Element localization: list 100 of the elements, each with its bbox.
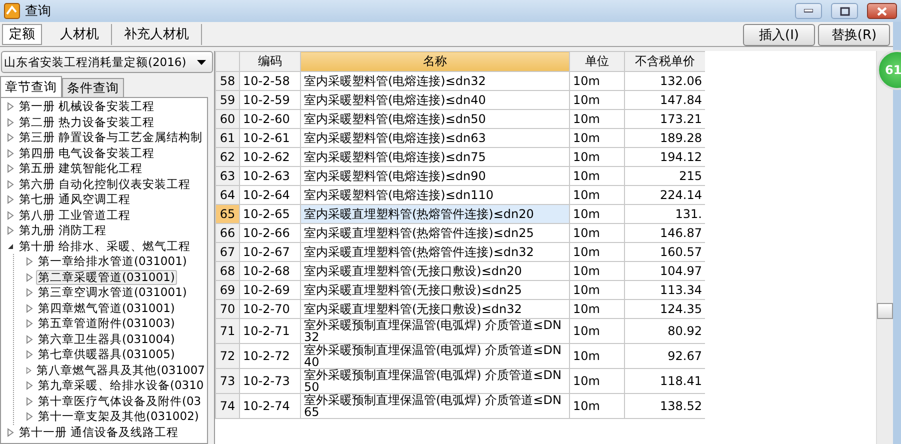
- table-cell: 室内采暖直埋塑料管(无接口敷设)≤dn32: [300, 300, 570, 318]
- table-cell: 室内采暖直埋塑料管(热熔管件连接)≤dn20: [300, 204, 570, 224]
- minimize-button[interactable]: [795, 3, 822, 19]
- tree-item[interactable]: 第四册 电气设备安装工程: [17, 146, 157, 161]
- table-cell: 室外采暖预制直埋保温管(电弧焊) 介质管道≤DN65: [300, 394, 570, 418]
- tree-item[interactable]: 第一章给排水管道(031001): [36, 254, 189, 270]
- table-cell: 10m: [570, 280, 624, 300]
- row-number[interactable]: 73: [216, 368, 240, 394]
- close-button[interactable]: [867, 3, 897, 19]
- table-cell: 10-2-71: [240, 318, 300, 344]
- action-button[interactable]: 替换(R): [818, 24, 890, 46]
- expand-triangle-icon[interactable]: [7, 148, 14, 158]
- expand-triangle-icon[interactable]: [7, 180, 14, 189]
- row-number[interactable]: 58: [216, 72, 240, 90]
- expand-triangle-icon[interactable]: [7, 210, 14, 220]
- tree-item[interactable]: 第九册 消防工程: [17, 223, 109, 238]
- table-cell: 10m: [570, 300, 624, 318]
- tab[interactable]: 条件查询: [62, 78, 124, 97]
- caret-icon: [197, 60, 206, 64]
- tree-item[interactable]: 第七章供暖器具(031005): [36, 347, 177, 362]
- expand-triangle-icon[interactable]: [26, 319, 33, 328]
- row-number[interactable]: 68: [216, 262, 240, 280]
- row-number[interactable]: 72: [216, 344, 240, 368]
- maximize-button[interactable]: [831, 3, 858, 19]
- table-cell: 10-2-61: [240, 128, 300, 148]
- table-cell: 10-2-63: [240, 166, 300, 186]
- tree-item[interactable]: 第三章空调水管道(031001): [36, 285, 189, 300]
- expand-triangle-icon[interactable]: [26, 304, 33, 313]
- window-title: 查询: [25, 3, 51, 20]
- tree-item[interactable]: 第十册 给排水、采暖、燃气工程: [17, 238, 193, 254]
- table-cell: 室内采暖塑料管(电熔连接)≤dn32: [300, 72, 570, 90]
- table-cell: 10-2-67: [240, 242, 300, 262]
- table-cell: 10-2-69: [240, 280, 300, 300]
- tree-item[interactable]: 第六章卫生器具(031004): [36, 332, 177, 347]
- row-number[interactable]: 69: [216, 280, 240, 300]
- row-number[interactable]: 64: [216, 186, 240, 204]
- tree-item[interactable]: 第七册 通风空调工程: [17, 192, 133, 208]
- expand-triangle-icon[interactable]: [26, 334, 33, 344]
- tree-item[interactable]: 第五章管道附件(031003): [36, 316, 177, 332]
- row-number[interactable]: 65: [216, 204, 240, 224]
- expand-triangle-icon[interactable]: [7, 226, 14, 236]
- row-number[interactable]: 74: [216, 394, 240, 418]
- row-number[interactable]: 61: [216, 128, 240, 148]
- row-number[interactable]: 59: [216, 90, 240, 110]
- table-cell: 10-2-59: [240, 90, 300, 110]
- expand-triangle-icon[interactable]: [26, 412, 33, 422]
- tree-item[interactable]: 第八册 工业管道工程: [17, 208, 133, 223]
- tree-item[interactable]: 第十一册 通信设备及线路工程: [17, 424, 181, 440]
- tree-item[interactable]: 第三册 静置设备与工艺金属结构制: [17, 130, 205, 146]
- tab[interactable]: 人材机: [48, 24, 112, 44]
- row-number[interactable]: 63: [216, 166, 240, 186]
- table-cell: 10-2-70: [240, 300, 300, 318]
- close-icon: [877, 6, 887, 16]
- expand-triangle-icon[interactable]: [7, 164, 14, 174]
- table-cell: 10m: [570, 204, 624, 224]
- expand-triangle-icon[interactable]: [26, 288, 33, 298]
- expand-triangle-icon[interactable]: [26, 257, 33, 266]
- table-cell: 10m: [570, 262, 624, 280]
- table-cell: 室内采暖塑料管(电熔连接)≤dn63: [300, 128, 570, 148]
- tab[interactable]: 补充人材机: [112, 24, 202, 44]
- table-cell: 室外采暖预制直埋保温管(电弧焊) 介质管道≤DN40: [300, 344, 570, 368]
- tree-item[interactable]: 第六册 自动化控制仪表安装工程: [17, 176, 193, 192]
- expand-triangle-icon[interactable]: [7, 133, 14, 142]
- row-number[interactable]: 70: [216, 300, 240, 318]
- tab[interactable]: 章节查询: [0, 76, 62, 97]
- row-number[interactable]: 66: [216, 224, 240, 242]
- row-number[interactable]: 60: [216, 110, 240, 128]
- library-dropdown[interactable]: 山东省安装工程消耗量定额(2016): [1, 51, 213, 73]
- expand-triangle-icon[interactable]: [7, 102, 14, 112]
- tree-item[interactable]: 第十一章支架及其他(031002): [36, 409, 201, 424]
- expand-triangle-icon[interactable]: [26, 350, 33, 360]
- column-header[interactable]: 不含税单价: [624, 52, 705, 72]
- table-cell: 10m: [570, 318, 624, 344]
- action-button[interactable]: 插入(I): [743, 24, 815, 46]
- row-number[interactable]: 67: [216, 242, 240, 262]
- expand-triangle-icon[interactable]: [26, 272, 33, 282]
- table-cell: 10-2-58: [240, 72, 300, 90]
- tree-item[interactable]: 第二册 热力设备安装工程: [17, 114, 157, 130]
- tree-item[interactable]: 第八章燃气器具及其他(031007: [34, 362, 207, 378]
- row-number[interactable]: 71: [216, 318, 240, 344]
- expand-triangle-icon[interactable]: [7, 118, 14, 127]
- tab[interactable]: 定额: [2, 24, 42, 44]
- expand-triangle-icon[interactable]: [26, 381, 33, 390]
- tree-item[interactable]: 第十章医疗气体设备及附件(03: [36, 394, 204, 409]
- tree-item[interactable]: 第一册 机械设备安装工程: [17, 99, 157, 114]
- expand-triangle-icon[interactable]: [26, 366, 32, 375]
- tree-item[interactable]: 第九章采暖、给排水设备(0310: [36, 378, 206, 394]
- expand-triangle-icon[interactable]: [26, 396, 33, 406]
- row-number[interactable]: 62: [216, 148, 240, 166]
- tree-item[interactable]: 第五册 建筑智能化工程: [17, 161, 145, 176]
- table-cell: 10m: [570, 128, 624, 148]
- table-cell: 10m: [570, 394, 624, 418]
- column-header[interactable]: 编码: [240, 52, 300, 72]
- tree-item[interactable]: 第二章采暖管道(031001): [36, 270, 177, 285]
- expand-triangle-icon[interactable]: [7, 195, 14, 204]
- expand-triangle-icon[interactable]: [7, 428, 14, 437]
- collapse-triangle-icon[interactable]: [7, 242, 14, 250]
- column-header[interactable]: 名称: [300, 52, 570, 72]
- tree-item[interactable]: 第四章燃气管道(031001): [36, 300, 177, 316]
- column-header[interactable]: 单位: [570, 52, 624, 72]
